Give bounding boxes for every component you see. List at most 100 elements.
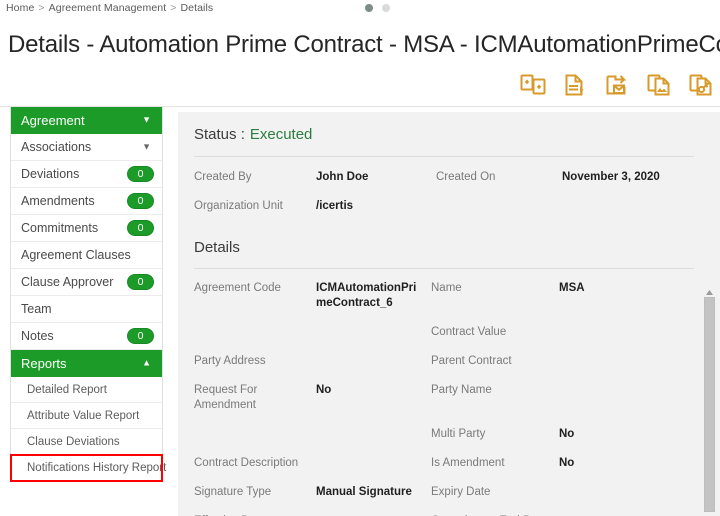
sidebar-item-deviations[interactable]: Deviations 0 <box>11 161 162 188</box>
field-value: Manual Signature <box>316 486 412 498</box>
summary-grid: Created By John Doe Created On November … <box>194 157 702 228</box>
details-grid: Agreement Code ICMAutomationPrimeContrac… <box>194 269 702 516</box>
sidebar-item-detailed-report[interactable]: Detailed Report <box>11 377 162 403</box>
field-value <box>559 383 702 397</box>
status-label: Status : <box>194 126 245 143</box>
sidebar-item-notifications-history-report[interactable]: Notifications History Report <box>10 454 166 482</box>
field-label: Expiry Date <box>431 486 491 498</box>
field-label <box>436 199 562 228</box>
field-label: Is Amendment <box>431 457 505 469</box>
details-panel: Status : Executed Created By John Doe Cre… <box>178 112 720 516</box>
sidebar-item-label: Team <box>21 302 52 316</box>
sidebar-item-label: Notes <box>21 329 54 343</box>
sidebar-item-clause-approver[interactable]: Clause Approver 0 <box>11 269 162 296</box>
sidebar-item-reports[interactable]: Reports ▲ <box>11 350 162 377</box>
field-label: Contract Description <box>194 457 299 469</box>
field-value: MSA <box>559 282 585 294</box>
sidebar-item-agreement[interactable]: Agreement ▼ <box>11 107 162 134</box>
field-value <box>559 325 702 339</box>
sidebar-item-team[interactable]: Team <box>11 296 162 323</box>
sidebar-badge-count: 0 <box>127 328 154 344</box>
sidebar-item-label: Agreement <box>21 112 85 128</box>
carousel-dot-2[interactable] <box>382 4 390 12</box>
field-value <box>559 354 702 368</box>
field-value: /icertis <box>316 200 354 212</box>
chevron-up-icon: ▲ <box>142 357 151 368</box>
status-badge: Executed <box>249 126 313 143</box>
sidebar-badge-count: 0 <box>127 274 154 290</box>
field-label <box>194 325 316 339</box>
breadcrumb-separator: > <box>38 2 45 14</box>
document-image-icon[interactable] <box>644 70 674 100</box>
field-label: Created On <box>436 171 496 183</box>
scrollbar-thumb[interactable] <box>704 297 715 512</box>
sidebar-item-attribute-value-report[interactable]: Attribute Value Report <box>11 403 162 429</box>
chevron-down-icon: ▼ <box>142 114 151 125</box>
breadcrumb-separator: > <box>170 2 177 14</box>
sidebar-item-agreement-clauses[interactable]: Agreement Clauses <box>11 242 162 269</box>
scroll-up-arrow-icon[interactable] <box>704 287 715 297</box>
sidebar-badge-count: 0 <box>127 220 154 236</box>
field-value: ICMAutomationPrimeContract_6 <box>316 282 417 309</box>
sidebar-item-label: Reports <box>21 355 67 371</box>
sidebar-item-notes[interactable]: Notes 0 <box>11 323 162 350</box>
field-value <box>316 456 431 470</box>
carousel-dot-1[interactable] <box>365 4 373 12</box>
sidebar-item-label: Clause Approver <box>21 275 114 289</box>
action-toolbar <box>518 70 716 100</box>
chevron-down-icon: ▼ <box>142 141 151 152</box>
document-link-icon[interactable] <box>686 70 716 100</box>
field-label: Name <box>431 282 462 294</box>
field-value <box>559 485 702 499</box>
field-label: Multi Party <box>431 428 486 440</box>
field-label: Party Name <box>431 384 492 396</box>
field-label: Created By <box>194 171 252 183</box>
field-label: Parent Contract <box>431 355 512 367</box>
export-document-icon[interactable] <box>560 70 590 100</box>
field-value: No <box>559 428 575 440</box>
field-value <box>562 199 702 228</box>
field-label: Party Address <box>194 355 266 367</box>
sidebar-item-amendments[interactable]: Amendments 0 <box>11 188 162 215</box>
field-value: November 3, 2020 <box>562 171 660 183</box>
sidebar-item-label: Deviations <box>21 167 80 181</box>
field-label: Organization Unit <box>194 200 283 212</box>
breadcrumb: Home > Agreement Management > Details <box>6 2 213 14</box>
field-label: Agreement Code <box>194 282 281 294</box>
sidebar-item-associations[interactable]: Associations ▼ <box>11 134 162 161</box>
status-row: Status : Executed <box>194 126 702 156</box>
details-section-title: Details <box>194 239 240 256</box>
page-title: Details - Automation Prime Contract - MS… <box>8 31 720 58</box>
sidebar-nav: Agreement ▼ Associations ▼ Deviations 0 … <box>10 107 166 482</box>
breadcrumb-item-agreement-management[interactable]: Agreement Management <box>49 2 167 14</box>
details-scrollbar[interactable] <box>704 287 715 516</box>
sidebar-item-commitments[interactable]: Commitments 0 <box>11 215 162 242</box>
sidebar-badge-count: 0 <box>127 166 154 182</box>
sidebar-item-label: Agreement Clauses <box>21 248 131 262</box>
sidebar-badge-count: 0 <box>127 193 154 209</box>
app-page: Home > Agreement Management > Details Detail… <box>0 0 720 516</box>
field-value: No <box>559 457 575 469</box>
field-value <box>316 427 431 441</box>
field-value <box>316 354 431 368</box>
sidebar-item-label: Associations <box>21 140 92 154</box>
field-label: Contract Value <box>431 326 507 338</box>
compare-documents-icon[interactable] <box>518 70 548 100</box>
field-value: John Doe <box>316 171 369 183</box>
sidebar-item-clause-deviations[interactable]: Clause Deviations <box>11 429 162 455</box>
sidebar-item-label: Detailed Report <box>27 383 107 396</box>
send-email-icon[interactable] <box>602 70 632 100</box>
sidebar-item-label: Clause Deviations <box>27 435 120 448</box>
field-value <box>316 325 431 339</box>
sidebar-item-label: Attribute Value Report <box>27 409 140 422</box>
breadcrumb-item-details[interactable]: Details <box>180 2 213 14</box>
field-value: No <box>316 384 332 396</box>
field-label <box>194 427 316 441</box>
carousel-indicator <box>365 4 390 12</box>
sidebar-item-label: Amendments <box>21 194 95 208</box>
field-label: Request For Amendment <box>194 384 258 411</box>
field-label: Signature Type <box>194 486 272 498</box>
sidebar-item-label: Notifications History Report <box>27 461 167 474</box>
breadcrumb-item-home[interactable]: Home <box>6 2 34 14</box>
sidebar-item-label: Commitments <box>21 221 99 235</box>
